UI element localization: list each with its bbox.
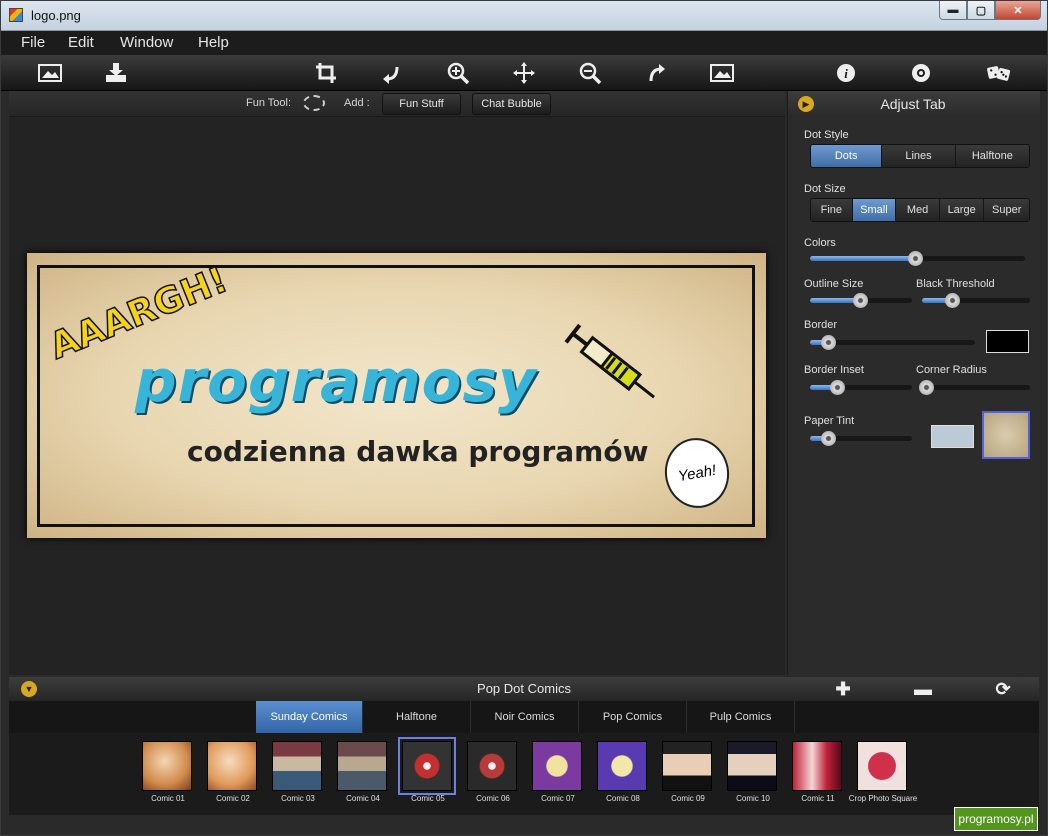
- watermark: programosy.pl: [954, 807, 1038, 831]
- tab-pop-comics[interactable]: Pop Comics: [579, 701, 687, 733]
- tab-halftone[interactable]: Halftone: [363, 701, 471, 733]
- preset-thumb-comic-02[interactable]: Comic 02: [207, 741, 259, 803]
- dot-size-large[interactable]: Large: [939, 199, 985, 221]
- programosy-subtitle: codzienna dawka programów: [187, 435, 649, 468]
- dot-style-lines[interactable]: Lines: [882, 145, 956, 167]
- dot-size-fine[interactable]: Fine: [811, 199, 853, 221]
- zoom-out-icon[interactable]: [575, 59, 605, 87]
- chat-bubble-button[interactable]: Chat Bubble: [472, 93, 551, 115]
- toolbar: i: [1, 55, 1047, 91]
- adjust-panel: ▶ Adjust Tab Dot Style Dots Lines Halfto…: [787, 91, 1040, 675]
- corner-radius-label: Corner Radius: [916, 364, 987, 376]
- border-label: Border: [804, 319, 838, 331]
- paper-tint-slider[interactable]: [810, 431, 912, 446]
- app-window: logo.png ▬ ▢ ✕ File Edit Window Help i F…: [0, 0, 1048, 836]
- paper-texture-swatch[interactable]: [982, 411, 1030, 459]
- corner-radius-slider[interactable]: [919, 380, 1030, 395]
- save-download-icon[interactable]: [101, 59, 131, 87]
- adjust-panel-header: ▶ Adjust Tab: [788, 91, 1040, 117]
- dot-size-super[interactable]: Super: [984, 199, 1029, 221]
- border-inset-label: Border Inset: [804, 364, 864, 376]
- image-canvas[interactable]: AAARGH! programosy codzienna dawka progr…: [9, 117, 785, 675]
- preset-thumb-comic-08[interactable]: Comic 08: [597, 741, 649, 803]
- window-title: logo.png: [31, 8, 81, 23]
- colors-slider[interactable]: [810, 251, 1025, 266]
- tab-sunday-comics[interactable]: Sunday Comics: [256, 701, 363, 733]
- remove-preset-icon[interactable]: ▬: [913, 679, 933, 699]
- presets-header: ▼ Pop Dot Comics ✚ ▬ ⟳: [9, 677, 1039, 701]
- preset-thumb-comic-11[interactable]: Comic 11: [792, 741, 844, 803]
- lasso-icon[interactable]: [303, 95, 325, 111]
- preset-thumb-comic-05[interactable]: Comic 05: [398, 737, 456, 803]
- preset-thumb-comic-01[interactable]: Comic 01: [142, 741, 194, 803]
- maximize-button[interactable]: ▢: [967, 1, 995, 20]
- workspace: Fun Tool: Add : Fun Stuff Chat Bubble AA…: [9, 91, 785, 675]
- crop-icon[interactable]: [311, 59, 341, 87]
- fun-tool-label: Fun Tool:: [246, 97, 292, 109]
- dot-style-selector: Dots Lines Halftone: [810, 144, 1030, 168]
- black-threshold-slider[interactable]: [922, 293, 1030, 308]
- dot-style-halftone[interactable]: Halftone: [955, 145, 1029, 167]
- rotate-left-icon[interactable]: [377, 59, 407, 87]
- play-icon[interactable]: ▶: [798, 96, 814, 112]
- border-slider[interactable]: [810, 335, 975, 350]
- title-bar: logo.png ▬ ▢ ✕: [1, 1, 1047, 31]
- info-icon[interactable]: i: [831, 59, 861, 87]
- dot-style-label: Dot Style: [804, 129, 849, 141]
- dot-style-dots[interactable]: Dots: [811, 145, 883, 167]
- tab-noir-comics[interactable]: Noir Comics: [471, 701, 579, 733]
- menu-file[interactable]: File: [21, 34, 45, 51]
- menu-bar: File Edit Window Help: [1, 31, 1047, 55]
- collapse-icon[interactable]: ▼: [21, 681, 37, 697]
- tab-pulp-comics[interactable]: Pulp Comics: [687, 701, 795, 733]
- presets-title: Pop Dot Comics: [477, 681, 571, 696]
- fun-tool-bar: Fun Tool: Add : Fun Stuff Chat Bubble: [9, 91, 785, 117]
- paper-tint-color-swatch[interactable]: [931, 425, 974, 448]
- preset-thumb-comic-07[interactable]: Comic 07: [532, 741, 584, 803]
- paper-tint-label: Paper Tint: [804, 415, 855, 427]
- minimize-button[interactable]: ▬: [939, 1, 967, 20]
- presets-panel: ▼ Pop Dot Comics ✚ ▬ ⟳ Sunday Comics Hal…: [9, 677, 1039, 815]
- add-label: Add :: [344, 97, 370, 109]
- black-threshold-label: Black Threshold: [916, 278, 995, 290]
- menu-edit[interactable]: Edit: [68, 34, 94, 51]
- preset-thumbnails: Comic 01 Comic 02 Comic 03 Comic 04 Comi…: [9, 733, 1039, 815]
- preset-thumb-crop-photo-square[interactable]: Crop Photo Square: [849, 741, 917, 803]
- fit-image-icon[interactable]: [707, 59, 737, 87]
- dot-size-label: Dot Size: [804, 183, 846, 195]
- rotate-right-icon[interactable]: [641, 59, 671, 87]
- dot-size-small[interactable]: Small: [852, 199, 897, 221]
- preset-thumb-comic-03[interactable]: Comic 03: [272, 741, 324, 803]
- photo-open-icon[interactable]: [35, 59, 65, 87]
- preset-thumb-comic-10[interactable]: Comic 10: [727, 741, 779, 803]
- syringe-icon: [564, 323, 655, 399]
- dot-size-med[interactable]: Med: [896, 199, 940, 221]
- svg-text:i: i: [844, 66, 848, 81]
- refresh-icon[interactable]: ⟳: [993, 679, 1013, 699]
- menu-help[interactable]: Help: [198, 34, 229, 51]
- random-dice-icon[interactable]: [984, 59, 1014, 87]
- zoom-in-icon[interactable]: [443, 59, 473, 87]
- preset-tabs: Sunday Comics Halftone Noir Comics Pop C…: [9, 701, 1039, 733]
- border-inset-slider[interactable]: [810, 380, 912, 395]
- fun-stuff-button[interactable]: Fun Stuff: [382, 93, 461, 115]
- programosy-title: programosy: [135, 347, 537, 415]
- preset-thumb-comic-04[interactable]: Comic 04: [337, 741, 389, 803]
- dot-size-selector: Fine Small Med Large Super: [810, 198, 1030, 222]
- outline-size-slider[interactable]: [810, 293, 912, 308]
- settings-icon[interactable]: [906, 59, 936, 87]
- colors-label: Colors: [804, 237, 836, 249]
- add-preset-icon[interactable]: ✚: [833, 679, 853, 699]
- comic-image: AAARGH! programosy codzienna dawka progr…: [27, 253, 766, 538]
- menu-window[interactable]: Window: [120, 34, 173, 51]
- preset-thumb-comic-06[interactable]: Comic 06: [467, 741, 519, 803]
- border-color-swatch[interactable]: [986, 330, 1029, 353]
- adjust-tab-title: Adjust Tab: [880, 96, 946, 112]
- app-icon: [9, 8, 23, 22]
- move-icon[interactable]: [509, 59, 539, 87]
- close-button[interactable]: ✕: [995, 1, 1041, 20]
- preset-thumb-comic-09[interactable]: Comic 09: [662, 741, 714, 803]
- outline-size-label: Outline Size: [804, 278, 864, 290]
